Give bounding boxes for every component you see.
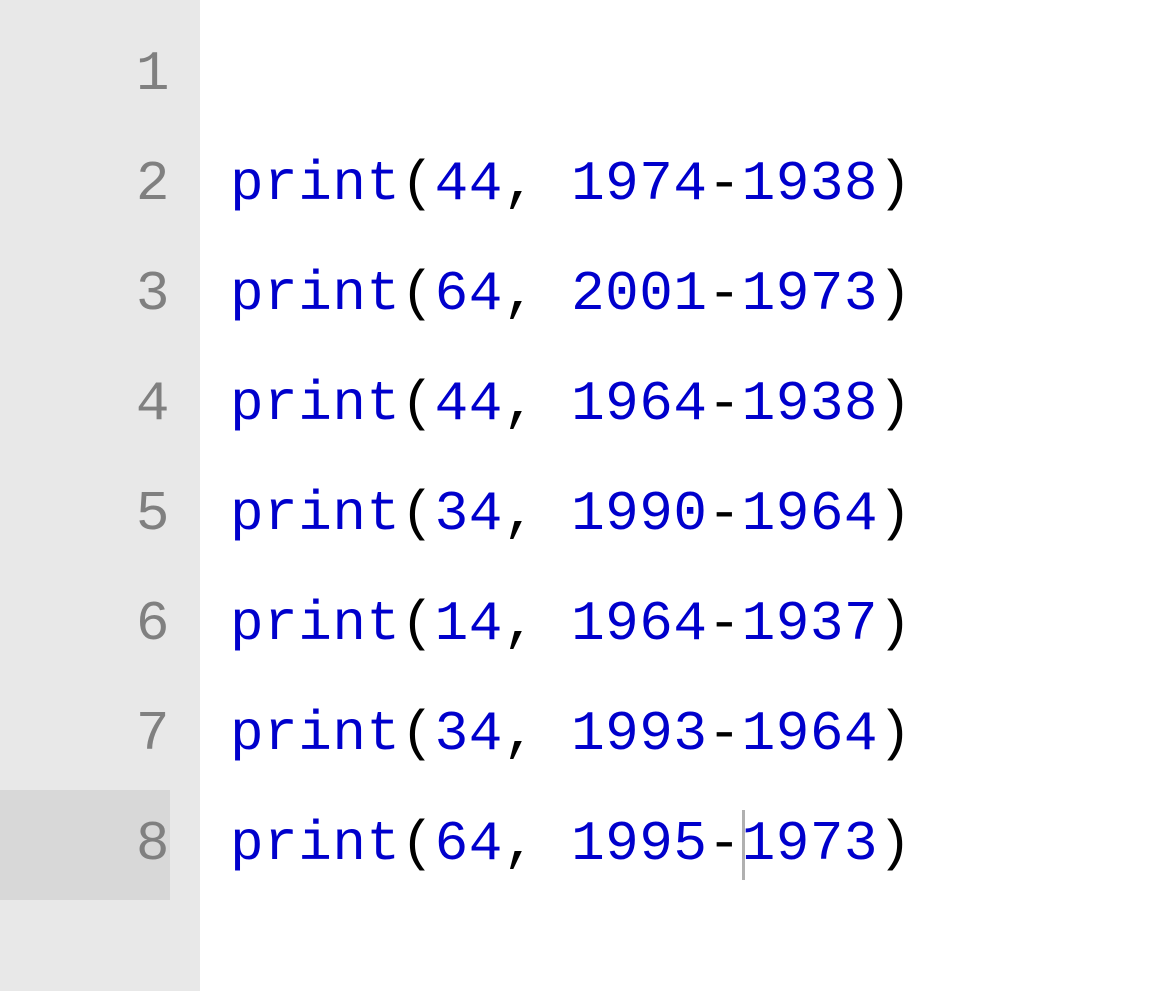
code-token-punct: ( — [401, 240, 435, 349]
code-token-punct: ) — [878, 790, 912, 899]
code-token-op: - — [708, 240, 742, 349]
line-number: 8 — [0, 790, 170, 900]
code-token-punct: ) — [878, 570, 912, 679]
code-area[interactable]: print(44, 1974-1938)print(64, 2001-1973)… — [200, 0, 1172, 991]
code-token-num: 14 — [435, 570, 503, 679]
code-token-punct: ) — [878, 350, 912, 459]
code-line[interactable]: print(44, 1974-1938) — [230, 130, 1172, 240]
code-line[interactable]: print(34, 1990-1964) — [230, 460, 1172, 570]
code-token-num: 34 — [435, 680, 503, 789]
code-token-num: 1938 — [742, 350, 878, 459]
code-token-num: 1973 — [742, 240, 878, 349]
code-token-fn: print — [230, 240, 401, 349]
code-token-fn: print — [230, 460, 401, 569]
code-token-fn: print — [230, 790, 401, 899]
line-number-gutter: 12345678 — [0, 0, 200, 991]
line-number: 1 — [0, 20, 170, 130]
code-token-punct: , — [503, 460, 571, 569]
code-token-punct: , — [503, 680, 571, 789]
code-token-fn: print — [230, 130, 401, 239]
code-token-op: - — [708, 350, 742, 459]
line-number: 2 — [0, 130, 170, 240]
code-token-punct: ) — [878, 680, 912, 789]
code-token-num: 44 — [435, 350, 503, 459]
code-token-punct: , — [503, 570, 571, 679]
code-token-num: 34 — [435, 460, 503, 569]
code-token-num: 1938 — [742, 130, 878, 239]
code-token-punct: , — [503, 790, 571, 899]
code-token-num: 44 — [435, 130, 503, 239]
code-token-punct: ( — [401, 790, 435, 899]
code-token-fn: print — [230, 350, 401, 459]
code-token-op: - — [708, 680, 742, 789]
code-token-num: 1964 — [571, 570, 707, 679]
code-token-op: - — [708, 130, 742, 239]
code-token-num: 1993 — [571, 680, 707, 789]
code-token-num: 1964 — [742, 460, 878, 569]
code-token-punct: , — [503, 350, 571, 459]
code-token-fn: print — [230, 680, 401, 789]
code-token-num: 1964 — [742, 680, 878, 789]
code-line[interactable]: print(64, 2001-1973) — [230, 240, 1172, 350]
line-number: 7 — [0, 680, 170, 790]
line-number: 6 — [0, 570, 170, 680]
code-token-punct: , — [503, 240, 571, 349]
code-token-op: - — [708, 790, 742, 899]
code-token-num: 1995 — [571, 790, 707, 899]
code-token-num: 1990 — [571, 460, 707, 569]
code-token-punct: ( — [401, 570, 435, 679]
line-number: 4 — [0, 350, 170, 460]
code-token-fn: print — [230, 570, 401, 679]
code-token-num: 64 — [435, 790, 503, 899]
line-number: 5 — [0, 460, 170, 570]
code-token-num: 64 — [435, 240, 503, 349]
code-token-num: 2001 — [571, 240, 707, 349]
code-line[interactable]: print(64, 1995-1973) — [230, 790, 1172, 900]
code-token-punct: ( — [401, 350, 435, 459]
code-line[interactable]: print(34, 1993-1964) — [230, 680, 1172, 790]
code-line[interactable]: print(14, 1964-1937) — [230, 570, 1172, 680]
code-token-punct: ( — [401, 130, 435, 239]
code-token-num: 1973 — [742, 790, 878, 899]
code-token-punct: ) — [878, 240, 912, 349]
code-line[interactable] — [230, 20, 1172, 130]
code-token-punct: , — [503, 130, 571, 239]
code-token-num: 1937 — [742, 570, 878, 679]
line-number: 3 — [0, 240, 170, 350]
code-token-punct: ) — [878, 460, 912, 569]
code-editor[interactable]: 12345678 print(44, 1974-1938)print(64, 2… — [0, 0, 1172, 991]
code-token-num: 1964 — [571, 350, 707, 459]
code-line[interactable]: print(44, 1964-1938) — [230, 350, 1172, 460]
code-token-punct: ( — [401, 680, 435, 789]
code-token-punct: ( — [401, 460, 435, 569]
code-token-punct: ) — [878, 130, 912, 239]
code-token-num: 1974 — [571, 130, 707, 239]
code-token-op: - — [708, 460, 742, 569]
code-token-op: - — [708, 570, 742, 679]
